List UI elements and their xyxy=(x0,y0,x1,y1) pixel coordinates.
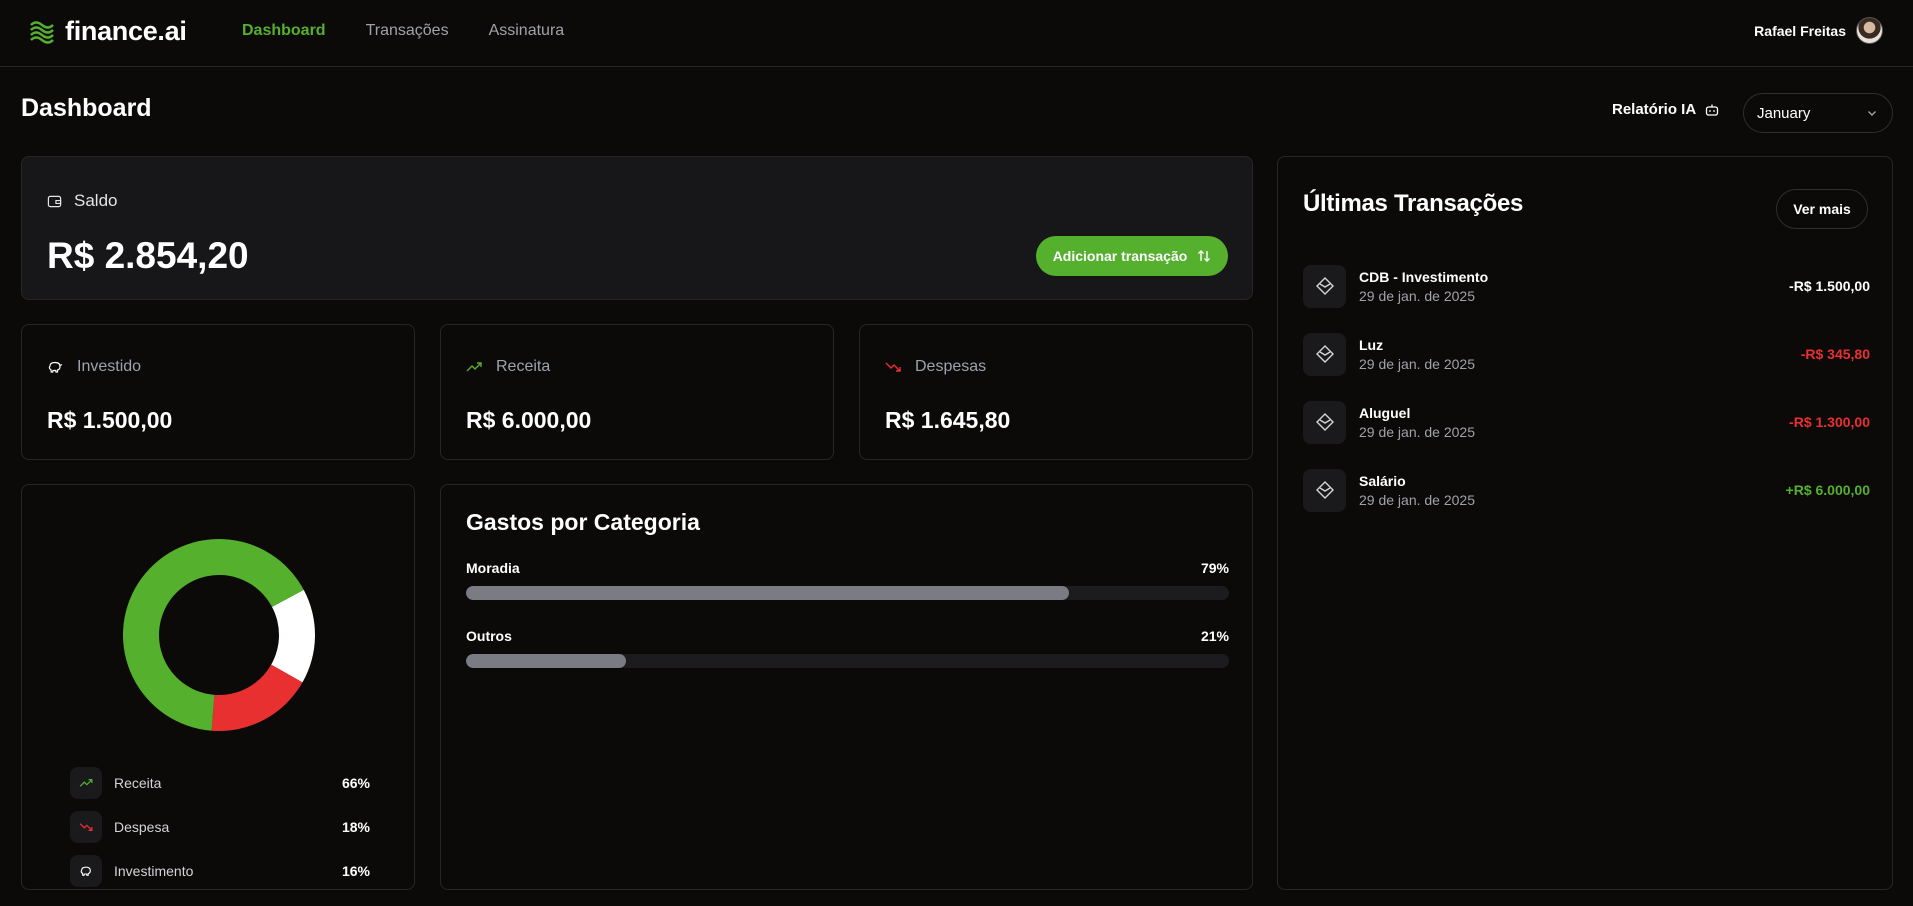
add-transaction-button[interactable]: Adicionar transação xyxy=(1036,236,1228,276)
trending-down-icon xyxy=(79,823,93,831)
logo[interactable]: finance.ai xyxy=(28,16,187,47)
transaction-name: CDB - Investimento xyxy=(1359,268,1489,285)
expenses-value: R$ 1.645,80 xyxy=(885,407,1011,433)
category-progress-fill xyxy=(466,654,627,668)
transaction-icon-box xyxy=(1303,264,1346,308)
legend-icon-box xyxy=(70,767,102,799)
latest-transactions-card: Últimas Transações Ver mais CDB - Invest… xyxy=(1277,156,1893,890)
month-select[interactable]: January xyxy=(1743,93,1893,133)
user-name: Rafael Freitas xyxy=(1754,22,1846,39)
balance-value: R$ 2.854,20 xyxy=(47,235,249,276)
income-label: Receita xyxy=(496,358,551,375)
legend-item-investimento: Investimento 16% xyxy=(70,849,370,893)
transaction-row[interactable]: CDB - Investimento 29 de jan. de 2025 -R… xyxy=(1303,252,1870,320)
transaction-row[interactable]: Aluguel 29 de jan. de 2025 -R$ 1.300,00 xyxy=(1303,388,1870,456)
distribution-donut-chart xyxy=(123,539,315,731)
balance-label: Saldo xyxy=(74,191,118,210)
category-row-outros: Outros 21% xyxy=(466,628,1229,668)
category-title: Gastos por Categoria xyxy=(466,509,700,535)
legend-label: Despesa xyxy=(114,819,170,835)
user-menu[interactable]: Rafael Freitas xyxy=(1754,17,1883,44)
logo-waves-icon xyxy=(30,20,54,44)
brand-name: finance.ai xyxy=(65,16,187,46)
income-value: R$ 6.000,00 xyxy=(466,407,592,433)
legend-percent: 66% xyxy=(341,775,370,791)
legend-label: Investimento xyxy=(114,863,194,879)
invested-value: R$ 1.500,00 xyxy=(47,407,173,433)
expenses-label: Despesas xyxy=(915,358,987,375)
arrow-up-down-icon xyxy=(1198,250,1211,262)
pix-icon xyxy=(1315,277,1334,295)
transaction-icon-box xyxy=(1303,468,1346,512)
transaction-icon-box xyxy=(1303,332,1346,376)
balance-card: Saldo R$ 2.854,20 Adicionar transação xyxy=(21,156,1253,300)
transaction-row[interactable]: Salário 29 de jan. de 2025 +R$ 6.000,00 xyxy=(1303,456,1870,524)
add-transaction-label: Adicionar transação xyxy=(1052,248,1188,264)
distribution-legend: Receita 66% Despesa 18% Investimento 16% xyxy=(70,761,370,893)
income-label-row: Receita xyxy=(466,358,550,376)
transaction-amount: +R$ 6.000,00 xyxy=(1785,482,1870,498)
category-progress-bar xyxy=(466,586,1229,600)
top-bar: finance.ai Dashboard Transações Assinatu… xyxy=(0,0,1913,67)
ai-report-label: Relatório IA xyxy=(1612,101,1697,118)
invested-card: Investido R$ 1.500,00 xyxy=(21,324,415,460)
avatar[interactable] xyxy=(1856,17,1883,44)
month-select-value: January xyxy=(1757,104,1811,122)
income-card: Receita R$ 6.000,00 xyxy=(440,324,834,460)
nav-item-dashboard[interactable]: Dashboard xyxy=(242,22,326,40)
main-nav: Dashboard Transações Assinatura xyxy=(242,22,564,40)
transaction-amount: -R$ 345,80 xyxy=(1800,346,1870,362)
transaction-date: 29 de jan. de 2025 xyxy=(1359,287,1475,304)
legend-label: Receita xyxy=(114,775,162,791)
transactions-title: Últimas Transações xyxy=(1303,190,1524,217)
legend-item-despesa: Despesa 18% xyxy=(70,805,370,849)
pix-icon xyxy=(1315,345,1334,363)
balance-label-row: Saldo xyxy=(47,191,117,211)
transaction-date: 29 de jan. de 2025 xyxy=(1359,491,1475,508)
nav-item-transacoes[interactable]: Transações xyxy=(366,22,449,40)
legend-percent: 18% xyxy=(341,819,370,835)
chevron-down-icon xyxy=(1868,111,1876,116)
piggy-bank-icon xyxy=(48,361,63,373)
transactions-list: CDB - Investimento 29 de jan. de 2025 -R… xyxy=(1303,252,1870,524)
legend-icon-box xyxy=(70,811,102,843)
pix-icon xyxy=(1315,481,1334,499)
category-percent: 79% xyxy=(1200,560,1229,576)
pix-icon xyxy=(1315,413,1334,431)
distribution-card: Receita 66% Despesa 18% Investimento 16% xyxy=(21,484,415,890)
transaction-amount: -R$ 1.300,00 xyxy=(1789,414,1870,430)
transaction-name: Salário xyxy=(1359,472,1406,489)
invested-label-row: Investido xyxy=(47,358,141,376)
see-more-button[interactable]: Ver mais xyxy=(1776,189,1868,229)
transaction-amount: -R$ 1.500,00 xyxy=(1789,278,1870,294)
category-name: Moradia xyxy=(466,560,520,576)
transaction-date: 29 de jan. de 2025 xyxy=(1359,355,1475,372)
category-percent: 21% xyxy=(1200,628,1229,644)
expenses-card: Despesas R$ 1.645,80 xyxy=(859,324,1253,460)
transaction-name: Luz xyxy=(1359,336,1384,353)
category-spending-card: Gastos por Categoria Moradia 79% Outros … xyxy=(440,484,1253,890)
wallet-icon xyxy=(47,195,62,207)
transaction-name: Aluguel xyxy=(1359,404,1411,421)
trending-up-icon xyxy=(79,779,93,787)
trending-up-icon xyxy=(466,362,482,372)
bot-icon xyxy=(1706,104,1719,116)
piggy-bank-icon xyxy=(80,866,91,876)
category-row-moradia: Moradia 79% xyxy=(466,560,1229,600)
expenses-label-row: Despesas xyxy=(885,358,986,376)
invested-label: Investido xyxy=(77,358,142,375)
ai-report-button[interactable]: Relatório IA xyxy=(1612,101,1719,118)
trending-down-icon xyxy=(885,362,901,372)
category-progress-bar xyxy=(466,654,1229,668)
legend-icon-box xyxy=(70,855,102,887)
legend-item-receita: Receita 66% xyxy=(70,761,370,805)
category-name: Outros xyxy=(466,628,512,644)
nav-item-assinatura[interactable]: Assinatura xyxy=(489,22,565,40)
transaction-date: 29 de jan. de 2025 xyxy=(1359,423,1475,440)
page-title: Dashboard xyxy=(21,94,152,122)
category-progress-fill xyxy=(466,586,1069,600)
transaction-icon-box xyxy=(1303,400,1346,444)
transaction-row[interactable]: Luz 29 de jan. de 2025 -R$ 345,80 xyxy=(1303,320,1870,388)
legend-percent: 16% xyxy=(341,863,370,879)
